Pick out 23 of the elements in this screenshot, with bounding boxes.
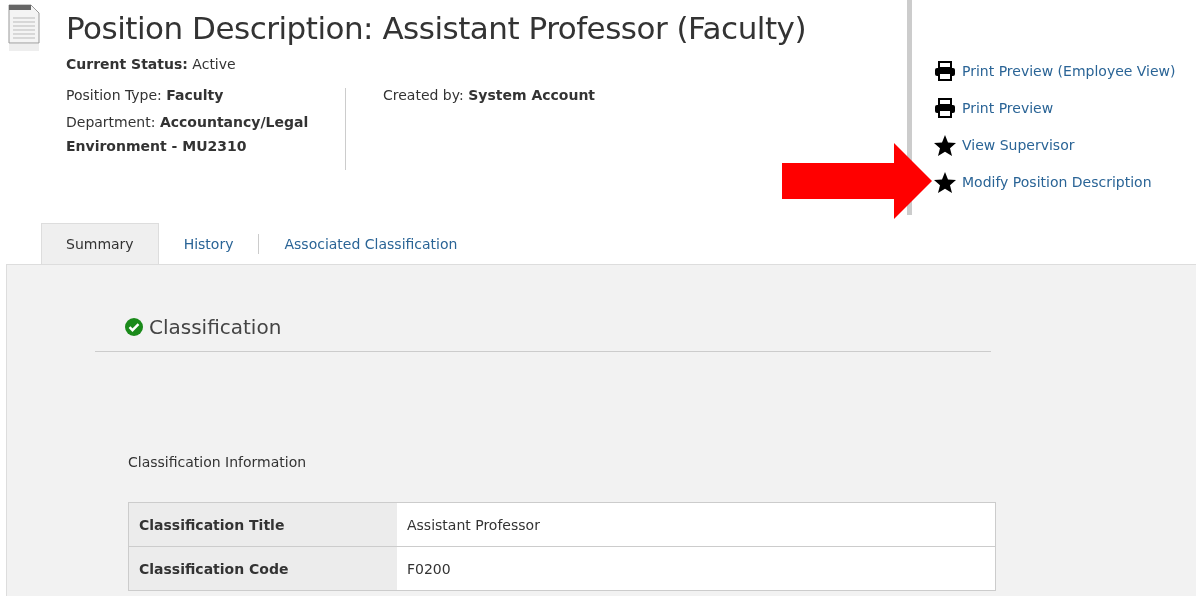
star-icon — [934, 134, 956, 156]
tab[interactable]: Summary — [41, 223, 159, 264]
action-link[interactable]: Print Preview (Employee View) — [934, 59, 1176, 83]
printer-icon — [934, 61, 956, 81]
document-icon — [8, 4, 40, 52]
subsection-title: Classification Information — [128, 454, 308, 470]
table-cell-text: Assistant Professor — [406, 515, 540, 535]
detail-text: Created by: System Account — [383, 86, 597, 105]
action-link[interactable]: View Supervisor — [934, 133, 1176, 157]
tab[interactable]: Associated Classification — [259, 223, 483, 264]
table-header-cell: Classification Title — [129, 503, 397, 546]
status-text: Current Status: Active — [66, 56, 237, 72]
star-icon — [934, 171, 956, 193]
printer-icon — [934, 98, 956, 118]
section-title: Classification — [149, 315, 282, 339]
page-title: Position Description: Assistant Professor (Faculty) — [66, 10, 806, 46]
table-header-cell: Classification Code — [129, 547, 397, 590]
detail-text: Position Type: Faculty — [66, 86, 225, 105]
tab[interactable]: History — [158, 223, 259, 264]
action-link[interactable]: Print Preview — [934, 96, 1176, 120]
detail-text: Department: Accountancy/Legal Environment - MU2310 — [66, 113, 310, 156]
table-cell-text: F0200 — [406, 559, 451, 579]
action-link[interactable]: Modify Position Description — [934, 170, 1176, 194]
